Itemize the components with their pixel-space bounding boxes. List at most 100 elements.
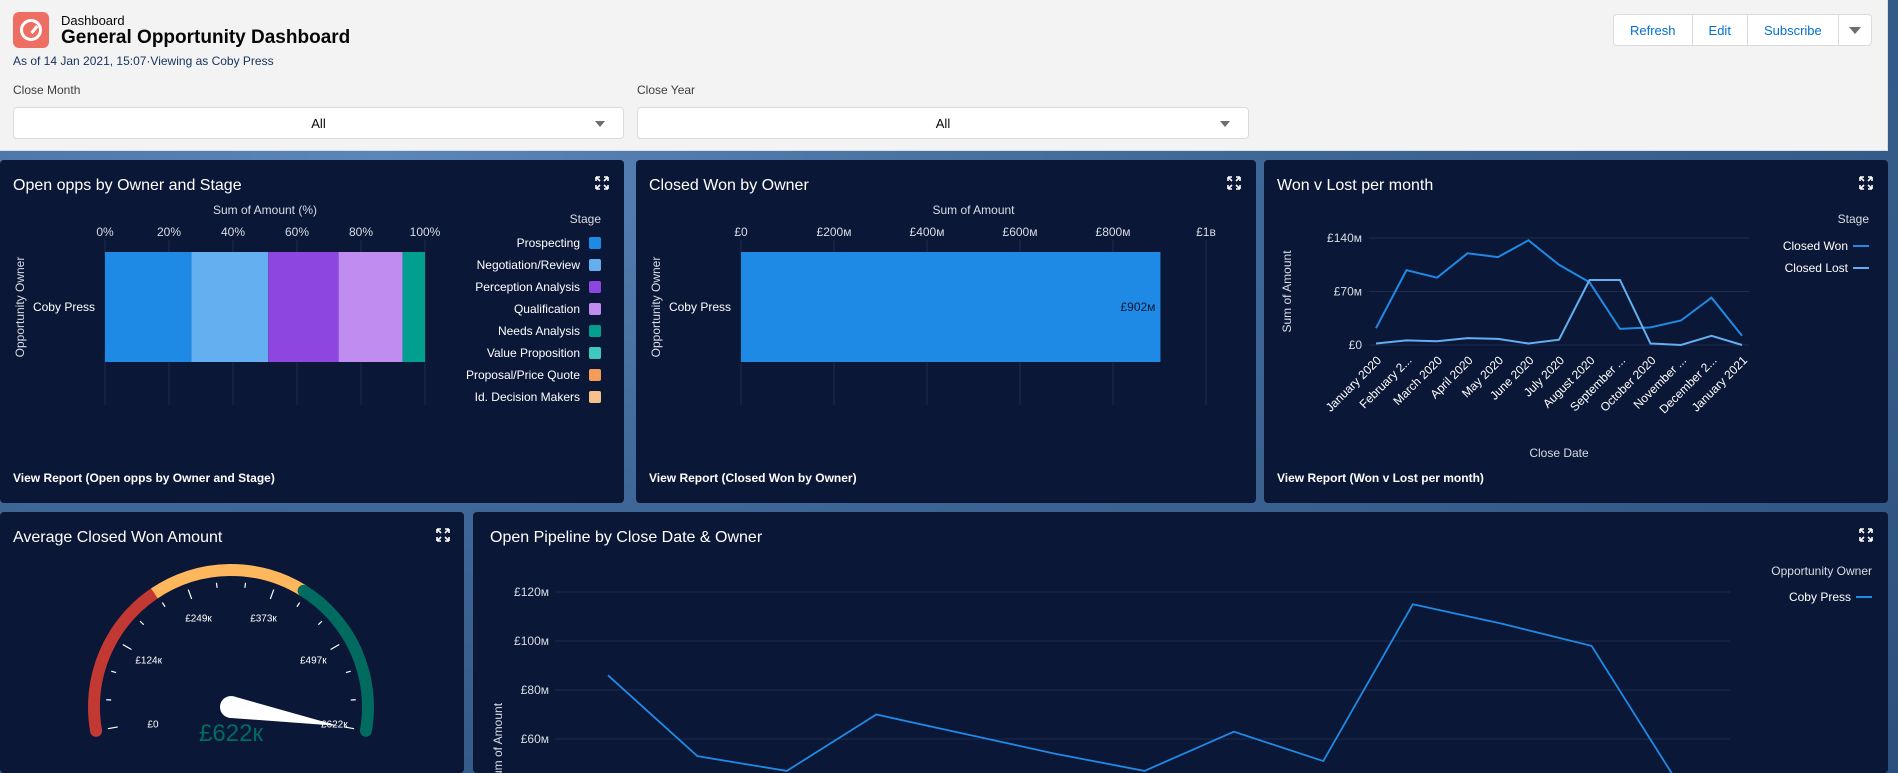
edit-button[interactable]: Edit <box>1693 15 1748 45</box>
gauge-tick-label: £373к <box>250 614 277 625</box>
x-tick-label: 40% <box>221 225 245 239</box>
y-tick-label: £0 <box>1349 338 1363 352</box>
view-report-link[interactable]: View Report (Open opps by Owner and Stag… <box>13 471 275 485</box>
x-tick-label: £0 <box>734 225 748 239</box>
bar-segment-prospecting <box>105 252 192 362</box>
legend-swatch <box>589 347 601 359</box>
expand-icon[interactable] <box>595 176 609 190</box>
gauge-tick <box>345 670 351 674</box>
bar <box>741 252 1161 362</box>
x-axis-title: Close Date <box>1529 446 1589 460</box>
chevron-down-icon <box>1848 26 1861 34</box>
category-label: Coby Press <box>669 300 731 314</box>
gauge-tick <box>187 589 193 600</box>
card-title: Closed Won by Owner <box>649 177 809 194</box>
open-pipeline-card: Open Pipeline by Close Date & Owner Sum … <box>473 512 1888 773</box>
subscribe-button[interactable]: Subscribe <box>1748 15 1839 45</box>
y-axis-title: Sum of Amount <box>491 702 505 773</box>
x-tick-label: £800м <box>1096 225 1131 239</box>
legend-label: Closed Won <box>1783 239 1848 253</box>
legend-swatch <box>589 391 601 403</box>
bar-segment-negotiation-review <box>191 252 269 362</box>
close-month-label: Close Month <box>13 83 81 97</box>
open-opps-chart: Sum of Amount (%) 0% 20% 40% 60% 80% 100% Oppor… <box>13 203 602 405</box>
closed-won-chart: Sum of Amount £0 £200м £400м £600м £800м £1в Op… <box>649 203 1216 405</box>
dashboard-gauge-icon <box>13 12 49 48</box>
gauge-tick <box>215 582 218 588</box>
bar-segment-needs-analysis <box>402 252 425 362</box>
gauge-tick-label: £124к <box>135 656 162 667</box>
won-lost-chart: Sum of Amount£140м£70м£0January 2020Febr… <box>1280 212 1869 460</box>
view-report-link[interactable]: View Report (Won v Lost per month) <box>1277 471 1484 485</box>
gauge-tick <box>330 643 340 651</box>
y-axis-title: Opportunity Owner <box>13 257 27 358</box>
legend-title: Opportunity Owner <box>1771 564 1872 578</box>
refresh-button[interactable]: Refresh <box>1614 15 1693 45</box>
expand-icon[interactable] <box>1227 176 1241 190</box>
close-year-value: All <box>935 115 951 131</box>
legend-swatch <box>589 281 601 293</box>
legend-swatch <box>589 303 601 315</box>
gauge-tick <box>269 589 275 600</box>
expand-icon[interactable] <box>1859 176 1873 190</box>
y-axis-title: Opportunity Owner <box>649 257 663 358</box>
x-tick-label: 80% <box>349 225 373 239</box>
close-month-filter[interactable]: All <box>13 107 624 139</box>
gauge-tick-label: £249к <box>185 614 212 625</box>
x-tick-label: 20% <box>157 225 181 239</box>
category-label: Coby Press <box>33 300 95 314</box>
legend-label: Coby Press <box>1789 590 1851 604</box>
breadcrumb: Dashboard <box>61 13 125 28</box>
legend-label: Negotiation/Review <box>477 258 581 272</box>
y-axis-title: Sum of Amount <box>1280 250 1294 333</box>
legend-label: Closed Lost <box>1785 261 1849 275</box>
close-year-label: Close Year <box>637 83 696 97</box>
legend-swatch <box>589 237 601 249</box>
bar-segment-qualification <box>338 252 403 362</box>
x-tick-label: £200м <box>817 225 852 239</box>
card-title: Open opps by Owner and Stage <box>13 177 242 194</box>
gauge-tick <box>244 582 247 588</box>
gauge-tick <box>139 620 145 626</box>
chevron-down-icon <box>595 121 605 127</box>
gauge-needle-hub <box>220 696 242 718</box>
y-tick-label: £70м <box>1334 285 1362 299</box>
average-won-gauge: £0£124к£249к £373к£497к£622к£622к <box>88 564 374 747</box>
legend-swatch <box>589 369 601 381</box>
card-title: Won v Lost per month <box>1277 177 1434 194</box>
x-axis-title: Sum of Amount (%) <box>213 203 317 217</box>
header-button-group: Refresh Edit Subscribe <box>1613 14 1872 46</box>
legend-label: Proposal/Price Quote <box>466 368 580 382</box>
x-tick-label: 0% <box>96 225 114 239</box>
gauge-tick <box>111 670 117 674</box>
gauge-tick <box>107 726 118 730</box>
series-line-closed-won <box>1375 239 1743 337</box>
y-tick-label: £80м <box>521 683 549 697</box>
avg-closed-won-card: Average Closed Won Amount £0 £124к £249к £3… <box>0 512 464 773</box>
gauge-value: £622к <box>199 720 263 747</box>
chevron-down-icon <box>1220 121 1230 127</box>
x-tick-label: £400м <box>910 225 945 239</box>
closed-won-card: Closed Won by Owner Sum of Amount £0 £200м… <box>636 160 1256 503</box>
y-tick-label: £140м <box>1327 231 1362 245</box>
x-tick-label: £1в <box>1196 225 1216 239</box>
gauge-tick <box>317 620 323 626</box>
gauge-tick <box>122 643 132 651</box>
legend-label: Qualification <box>514 302 580 316</box>
legend-title: Stage <box>570 212 602 226</box>
gauge-tick <box>296 602 301 608</box>
legend-label: Prospecting <box>517 236 580 250</box>
close-month-value: All <box>311 115 326 131</box>
legend-swatch <box>589 259 601 271</box>
data-label: £902м <box>1120 300 1155 314</box>
legend-swatch <box>589 325 601 337</box>
gauge-tick-label: £0 <box>147 720 159 731</box>
close-year-filter[interactable]: All <box>637 107 1249 139</box>
x-tick-label: 60% <box>285 225 309 239</box>
x-tick-label: 100% <box>410 225 441 239</box>
won-lost-card: Won v Lost per month Sum of Amount £140м £… <box>1264 160 1888 503</box>
legend-label: Needs Analysis <box>498 324 580 338</box>
view-report-link[interactable]: View Report (Closed Won by Owner) <box>649 471 857 485</box>
more-actions-button[interactable] <box>1839 15 1871 45</box>
y-tick-label: £120м <box>514 585 549 599</box>
